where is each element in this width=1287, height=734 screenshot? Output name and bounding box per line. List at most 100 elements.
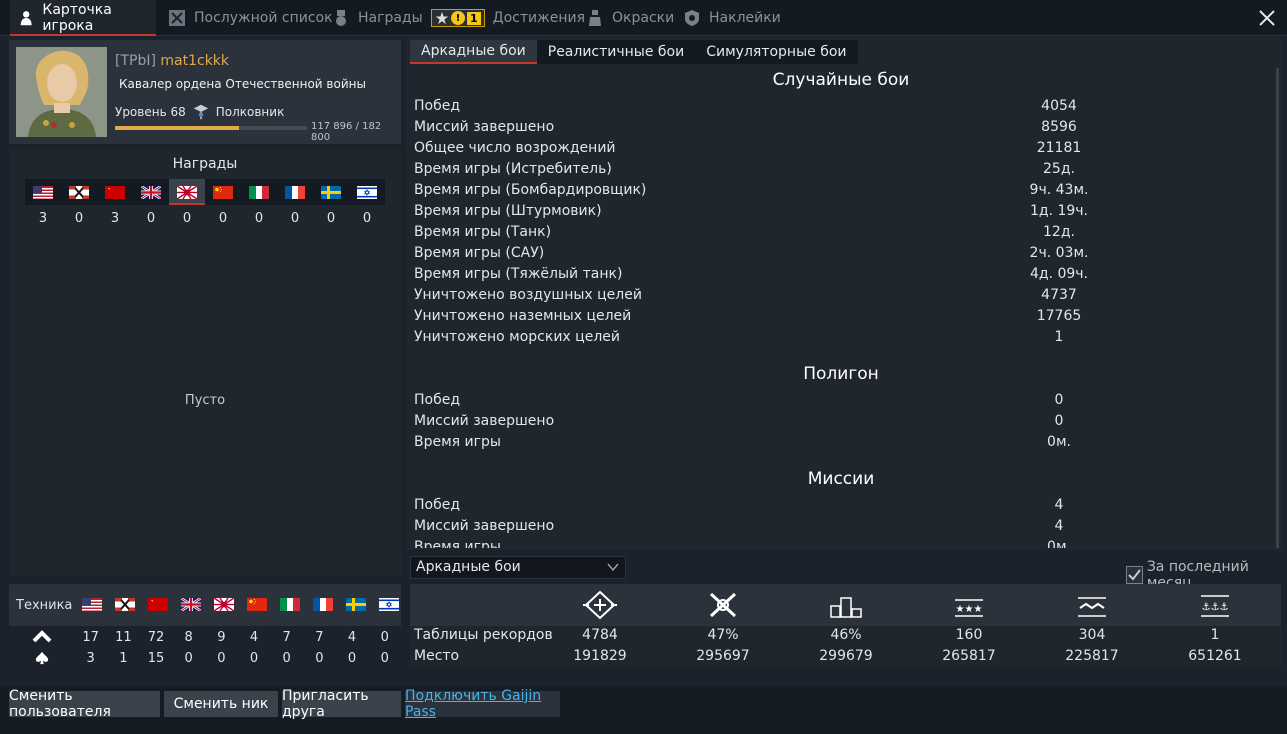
flag-ussr-icon [105,185,125,199]
award-country-uk[interactable] [133,179,169,205]
record-cell: 299679 [819,648,873,664]
vehicles-header: Техника [9,584,401,626]
vehicles-elite-row: 3 1 15 0 0 0 0 0 0 0 [9,648,401,668]
gaijin-pass-link[interactable]: Подключить Gaijin Pass [405,688,560,720]
record-cell: 265817 [942,648,996,664]
stat-label: Уничтожено наземных целей [414,308,632,324]
award-country-france[interactable] [277,179,313,205]
stat-row: Общее число возрождений 21181 [414,140,1274,161]
vehicle-count: 0 [347,650,357,666]
stat-value: 4 [1054,497,1064,513]
award-country-usa[interactable] [25,179,61,205]
avatar-portrait [16,47,107,137]
flag-japan-icon [213,598,234,611]
clan-tag: [TPbI] [115,53,156,69]
vehicle-country-china [240,598,273,611]
tab-awards[interactable]: Награды [332,0,423,36]
close-icon[interactable] [1257,8,1277,28]
vehicle-count: 1 [119,650,128,666]
player-name: [TPbI] mat1ckkk [115,53,229,69]
places-row-label: Место [414,648,460,664]
stat-value: 4д. 09ч. [1029,266,1089,282]
stat-row: Уничтожено морских целей 1 [414,329,1274,350]
stat-value: 0м. [1047,539,1071,548]
tab-player-card[interactable]: Карточка игрока [10,0,156,36]
leaderboard-records: ★★★ ⚓⚓⚓ Таблицы рекордов 4784 47% 46% 160 304… [410,584,1281,668]
stat-row: Время игры (Танк) 12д. [414,224,1274,245]
stat-label: Побед [414,497,461,513]
xp-progress-fill [115,126,239,130]
flag-ussr-icon [147,598,168,611]
paint-icon [589,10,601,26]
award-country-germany[interactable] [61,179,97,205]
stat-label: Общее число возрождений [414,140,616,156]
stat-row: Время игры 0м. [414,434,1274,455]
records-row-label: Таблицы рекордов [414,627,553,643]
tab-realistic[interactable]: Реалистичные бои [537,40,695,64]
stat-row: Время игры (Бомбардировщик) 9ч. 43м. [414,182,1274,203]
stat-row: Время игры (Штурмовик) 1д. 19ч. [414,203,1274,224]
vehicle-country-germany [108,598,141,611]
svg-text:★★★: ★★★ [956,604,983,615]
switch-user-button[interactable]: Сменить пользователя [9,688,160,720]
award-country-israel[interactable] [349,179,385,205]
tab-label: Окраски [612,10,675,26]
vehicle-count: 4 [249,629,259,645]
vehicle-count: 4 [347,629,357,645]
award-country-china[interactable] [205,179,241,205]
section-title-random: Случайные бои [772,70,910,90]
stat-value: 4737 [1041,287,1077,303]
naval-kills-icon: ⚓⚓⚓ [1197,590,1233,620]
tab-service-record[interactable]: Послужной список [168,0,333,36]
flag-italy-icon [279,598,300,611]
stat-label: Время игры (Танк) [414,224,552,240]
award-country-italy[interactable] [241,179,277,205]
mode-select[interactable]: Аркадные бои [410,556,626,579]
service-record-icon [169,10,185,26]
stat-row: Уничтожено наземных целей 17765 [414,308,1274,329]
last-month-checkbox[interactable] [1126,566,1143,584]
award-country-ussr[interactable] [97,179,133,205]
researched-icon-cell [9,629,74,645]
flag-germany-icon [69,185,89,199]
nickname: mat1ckkk [160,53,230,69]
record-cell: 1 [1210,627,1220,643]
invite-friend-button[interactable]: Пригласить друга [282,688,401,720]
section-title-polygon: Полигон [803,364,879,384]
flag-uk-icon [141,185,161,199]
stats-scroll-area[interactable]: Аркадные бои Реалистичные бои Симуляторн… [406,38,1283,548]
stat-row: Миссий завершено 0 [414,413,1274,434]
vehicle-count: 11 [115,629,132,645]
record-cell: 225817 [1065,648,1119,664]
tab-decals[interactable]: Наклейки [683,0,781,36]
tab-arcade[interactable]: Аркадные бои [410,40,537,64]
awards-title: Награды [172,156,238,172]
victories-icon [582,590,618,620]
flag-china-icon [246,598,267,611]
award-count: 0 [326,211,336,226]
avatar[interactable] [16,47,107,137]
stat-row: Время игры (Тяжёлый танк) 4д. 09ч. [414,266,1274,287]
section-title-missions: Миссии [807,469,875,489]
scrollbar[interactable] [1276,68,1279,548]
vehicle-count: 0 [217,650,226,666]
stat-label: Время игры [414,539,501,548]
award-country-japan[interactable] [169,179,205,205]
stat-row: Миссий завершено 4 [414,518,1274,539]
change-nick-button[interactable]: Сменить ник [164,691,278,717]
checkmark-icon [1128,569,1142,581]
stat-label: Время игры [414,434,501,450]
award-country-sweden[interactable] [313,179,349,205]
award-country-flags [25,179,385,205]
xp-progress-bar [115,126,307,130]
flag-china-icon [213,185,233,199]
tab-achievements[interactable]: ! 1 Достижения [431,0,585,36]
stat-label: Время игры (Бомбардировщик) [414,182,647,198]
stat-label: Время игры (САУ) [414,245,545,261]
flag-italy-icon [249,185,269,199]
record-cell: 46% [830,627,862,643]
stat-value: 25д. [1043,161,1075,177]
vehicle-count: 0 [184,650,193,666]
tab-paints[interactable]: Окраски [586,0,674,36]
tab-simulator[interactable]: Симуляторные бои [695,40,857,64]
